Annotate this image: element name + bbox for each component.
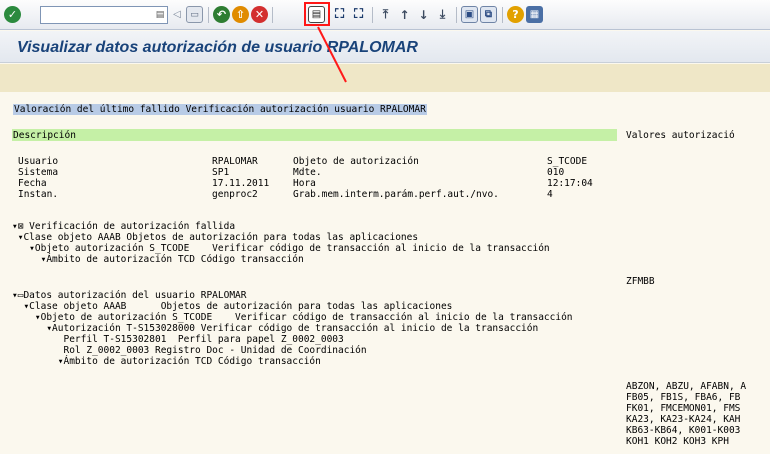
tree-node-field[interactable]: ▾Ámbito de autorización TCD Código trans… xyxy=(12,254,304,265)
next-page-icon[interactable]: ↓ xyxy=(415,6,432,23)
toolbar-separator xyxy=(208,7,209,23)
help-icon[interactable]: ? xyxy=(507,6,524,23)
tree-node-user-data[interactable]: ▾▭Datos autorización del usuario RPALOMA… xyxy=(12,290,247,301)
info-label: Usuario xyxy=(18,156,59,167)
info-label: Instan. xyxy=(18,189,59,200)
failed-value: ZFMBB xyxy=(626,276,655,287)
system-toolbar: ✓ ▤ ◁ ▭ ↶ ⇧ ✕ ▤ ⛶ ⛶ ⤒ ↑ ↓ ⤓ ▣ ⧉ ? ▦ xyxy=(0,0,770,30)
toolbar-separator xyxy=(502,7,503,23)
info-value: 010 xyxy=(547,167,565,178)
enter-icon[interactable]: ✓ xyxy=(4,6,21,23)
toolbar-separator xyxy=(272,7,273,23)
previous-page-icon[interactable]: ↑ xyxy=(396,6,413,23)
create-session-icon[interactable]: ▣ xyxy=(461,6,478,23)
application-toolbar xyxy=(0,64,770,92)
valores-header: Valores autorizació xyxy=(626,130,735,141)
tree-node-object[interactable]: ▾Objeto autorización S_TCODE Verificar c… xyxy=(12,243,549,254)
descripcion-header-bar xyxy=(12,129,617,141)
command-history-icon[interactable]: ▤ xyxy=(154,8,166,22)
tree-node-profile[interactable]: Perfil T-S15302801 Perfil para papel Z_0… xyxy=(12,334,343,345)
info-value: 17.11.2011 xyxy=(212,178,270,189)
page-title: Visualizar datos autorización de usuario… xyxy=(17,39,418,56)
cancel-icon[interactable]: ✕ xyxy=(251,6,268,23)
info-value: S_TCODE xyxy=(547,156,588,167)
back-icon[interactable]: ↶ xyxy=(213,6,230,23)
report-heading: Valoración del último fallido Verificaci… xyxy=(13,104,427,115)
print-highlight-box xyxy=(304,2,330,26)
tree-node-class[interactable]: ▾Clase objeto AAAB Objetos de autorizaci… xyxy=(12,232,418,243)
info-value: genproc2 xyxy=(212,189,258,200)
info-label: Objeto de autorización xyxy=(293,156,419,167)
descripcion-header: Descripción xyxy=(13,130,76,141)
info-value: RPALOMAR xyxy=(212,156,258,167)
info-label: Hora xyxy=(293,178,316,189)
save-icon[interactable]: ▭ xyxy=(186,6,203,23)
command-dropdown-icon[interactable]: ◁ xyxy=(172,6,182,23)
toolbar-separator xyxy=(456,7,457,23)
info-value: 12:17:04 xyxy=(547,178,593,189)
title-bar: Visualizar datos autorización de usuario… xyxy=(0,31,770,63)
info-label: Mdte. xyxy=(293,167,322,178)
info-label: Fecha xyxy=(18,178,47,189)
customize-layout-icon[interactable]: ▦ xyxy=(526,6,543,23)
value-entry: KB63-KB64, K001-K003 xyxy=(626,425,741,436)
tree-node-field[interactable]: ▾Ámbito de autorización TCD Código trans… xyxy=(12,356,321,367)
tree-node-class[interactable]: ▾Clase objeto AAAB Objetos de autorizaci… xyxy=(12,301,452,312)
find-next-icon[interactable]: ⛶ xyxy=(350,6,367,23)
toolbar-separator xyxy=(372,7,373,23)
info-label: Sistema xyxy=(18,167,59,178)
exit-icon[interactable]: ⇧ xyxy=(232,6,249,23)
tree-node-failed-check[interactable]: ▾⊠ Verificación de autorización fallida xyxy=(12,221,235,232)
tree-node-role[interactable]: Rol Z_0002_0003 Registro Doc - Unidad de… xyxy=(12,345,366,356)
command-field[interactable]: ▤ xyxy=(40,6,168,24)
info-value: 4 xyxy=(547,189,553,200)
value-entry: FB05, FB1S, FBA6, FB xyxy=(626,392,741,403)
tree-node-authorization[interactable]: ▾Autorización T-S153028000 Verificar cód… xyxy=(12,323,538,334)
shortcut-icon[interactable]: ⧉ xyxy=(480,6,497,23)
value-entry: KA23, KA23-KA24, KAH xyxy=(626,414,741,425)
info-label: Grab.mem.interm.parám.perf.aut./nvo. xyxy=(293,189,499,200)
value-entry: FK01, FMCEMON01, FMS xyxy=(626,403,741,414)
value-entry: KOH1 KOH2 KOH3 KPH xyxy=(626,436,729,447)
tree-node-object[interactable]: ▾Objeto de autorización S_TCODE Verifica… xyxy=(12,312,573,323)
find-icon[interactable]: ⛶ xyxy=(331,6,348,23)
info-value: SP1 xyxy=(212,167,230,178)
last-page-icon[interactable]: ⤓ xyxy=(434,6,451,23)
first-page-icon[interactable]: ⤒ xyxy=(377,6,394,23)
value-entry: ABZON, ABZU, AFABN, A xyxy=(626,381,747,392)
